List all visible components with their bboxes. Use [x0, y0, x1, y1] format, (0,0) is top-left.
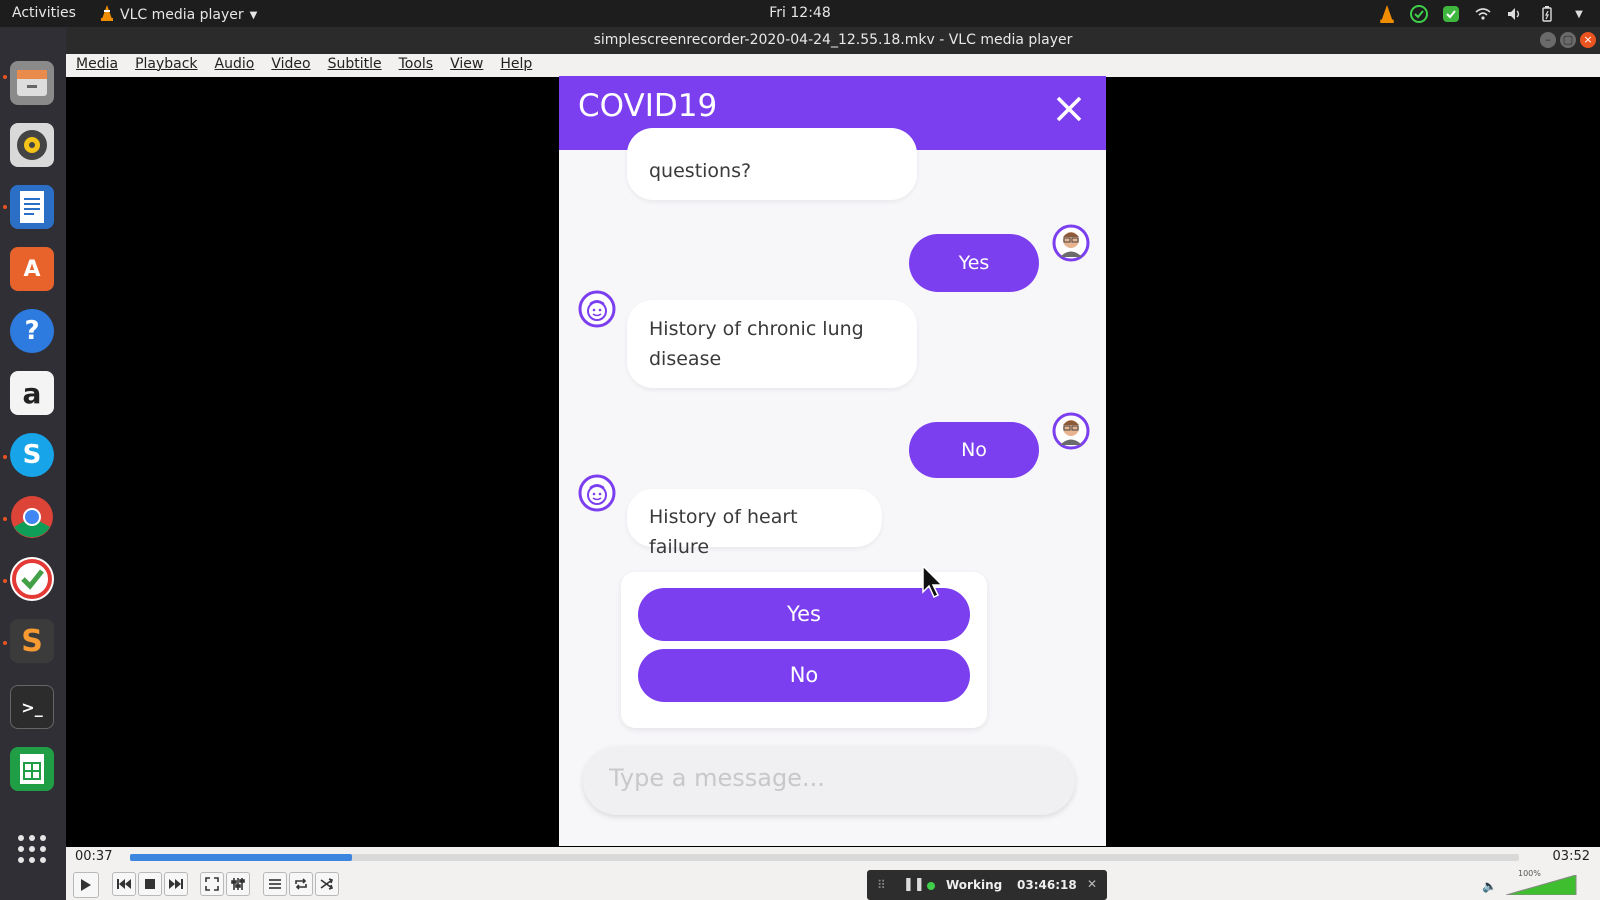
recorder-status: Working	[946, 878, 1003, 892]
total-time: 03:52	[1552, 849, 1590, 864]
volume-slider[interactable]	[1506, 875, 1586, 895]
rhythmbox-icon[interactable]	[10, 123, 54, 167]
chrome-icon[interactable]	[10, 495, 54, 539]
recording-status-led	[927, 882, 935, 890]
bot-message: questions?	[627, 128, 917, 200]
top-bar: Activities VLC media player ▼ Fri 12:48 …	[0, 0, 1600, 27]
bot-message-text: History of heart failure	[649, 506, 798, 558]
files-icon[interactable]	[10, 61, 54, 105]
bot-avatar	[578, 290, 616, 328]
clock[interactable]: Fri 12:48	[769, 5, 830, 21]
update-check-icon[interactable]	[1440, 3, 1462, 25]
dock: A ? a S S >_	[0, 27, 66, 900]
menu-subtitle[interactable]: Subtitle	[318, 54, 389, 77]
task-check-icon[interactable]	[1408, 3, 1430, 25]
control-row: ⠿ ❚❚ Working 03:46:18 ✕ 🔈 100%	[66, 867, 1600, 900]
message-input[interactable]	[609, 764, 1049, 792]
user-avatar	[1052, 412, 1090, 450]
volume-control[interactable]: 🔈 100%	[1482, 869, 1592, 895]
sublime-text-icon[interactable]: S	[10, 619, 54, 663]
vlc-tray-icon[interactable]	[1376, 3, 1398, 25]
close-recorder-icon[interactable]: ✕	[1087, 877, 1097, 891]
loop-button[interactable]	[289, 872, 313, 896]
extended-settings-button[interactable]	[226, 872, 250, 896]
user-message-text: No	[961, 439, 987, 461]
minimize-button[interactable]: –	[1540, 32, 1556, 48]
quick-reply-no-button[interactable]: No	[638, 649, 970, 702]
chat-title: COVID19	[578, 88, 718, 124]
menu-tools[interactable]: Tools	[389, 54, 441, 77]
seek-progress	[130, 854, 353, 861]
elapsed-time: 00:37	[75, 849, 113, 864]
message-input-container	[583, 747, 1075, 815]
previous-button[interactable]	[112, 872, 136, 896]
amazon-icon[interactable]: a	[10, 371, 54, 415]
bot-message-text: questions?	[649, 160, 752, 182]
chat-widget: COVID19 questions? Yes History of chroni…	[559, 76, 1106, 846]
user-message: No	[909, 422, 1039, 478]
shuffle-button[interactable]	[315, 872, 339, 896]
bot-message-text: History of chronic lung disease	[649, 318, 864, 370]
menu-media[interactable]: Media	[66, 54, 125, 77]
app-menu[interactable]: VLC media player ▼	[100, 5, 257, 25]
battery-icon[interactable]	[1536, 3, 1558, 25]
bot-message: History of chronic lung disease	[627, 300, 917, 388]
menu-help[interactable]: Help	[490, 54, 539, 77]
speaker-icon[interactable]: 🔈	[1482, 879, 1497, 893]
window-title-bar[interactable]: simplescreenrecorder-2020-04-24_12.55.18…	[66, 27, 1600, 54]
maximize-button[interactable]: ▢	[1560, 32, 1576, 48]
mouse-cursor-icon	[921, 564, 945, 604]
stop-button[interactable]	[138, 872, 162, 896]
user-message-text: Yes	[958, 252, 990, 274]
wifi-icon[interactable]	[1472, 3, 1494, 25]
window-title: simplescreenrecorder-2020-04-24_12.55.18…	[593, 32, 1073, 48]
close-chat-icon[interactable]	[1052, 92, 1086, 126]
task-manager-icon[interactable]	[10, 557, 54, 601]
writer-document-icon[interactable]	[10, 185, 54, 229]
system-tray: ▼	[1376, 3, 1590, 25]
volume-icon[interactable]	[1504, 3, 1526, 25]
user-message: Yes	[909, 234, 1039, 292]
vlc-cone-icon	[100, 5, 114, 25]
close-window-button[interactable]: ×	[1580, 32, 1596, 48]
show-applications-icon[interactable]	[10, 827, 54, 871]
playlist-button[interactable]	[263, 872, 287, 896]
next-button[interactable]	[164, 872, 188, 896]
system-menu-chevron-icon[interactable]: ▼	[1568, 3, 1590, 25]
seek-slider[interactable]	[130, 854, 1519, 861]
menu-bar: Media Playback Audio Video Subtitle Tool…	[66, 54, 1600, 77]
menu-playback[interactable]: Playback	[125, 54, 204, 77]
recorder-time: 03:46:18	[1017, 878, 1077, 892]
software-center-icon[interactable]: A	[10, 247, 54, 291]
bot-avatar	[578, 474, 616, 512]
drag-handle-icon[interactable]: ⠿	[877, 878, 886, 892]
menu-video[interactable]: Video	[261, 54, 317, 77]
menu-audio[interactable]: Audio	[205, 54, 262, 77]
menu-view[interactable]: View	[440, 54, 490, 77]
terminal-icon[interactable]: >_	[10, 685, 54, 729]
fullscreen-button[interactable]	[200, 872, 224, 896]
bot-message: History of heart failure	[627, 489, 882, 558]
seek-row: 00:37 03:52	[66, 847, 1600, 867]
skype-icon[interactable]: S	[10, 433, 54, 477]
help-icon[interactable]: ?	[10, 309, 54, 353]
app-menu-label: VLC media player	[120, 7, 244, 23]
pause-recording-icon[interactable]: ❚❚	[903, 877, 925, 892]
activities-button[interactable]: Activities	[12, 5, 76, 21]
recorder-overlay[interactable]: ⠿ ❚❚ Working 03:46:18 ✕	[867, 870, 1107, 900]
calc-spreadsheet-icon[interactable]	[10, 747, 54, 791]
play-button[interactable]	[73, 872, 99, 898]
chevron-down-icon: ▼	[249, 9, 258, 21]
user-avatar	[1052, 224, 1090, 262]
